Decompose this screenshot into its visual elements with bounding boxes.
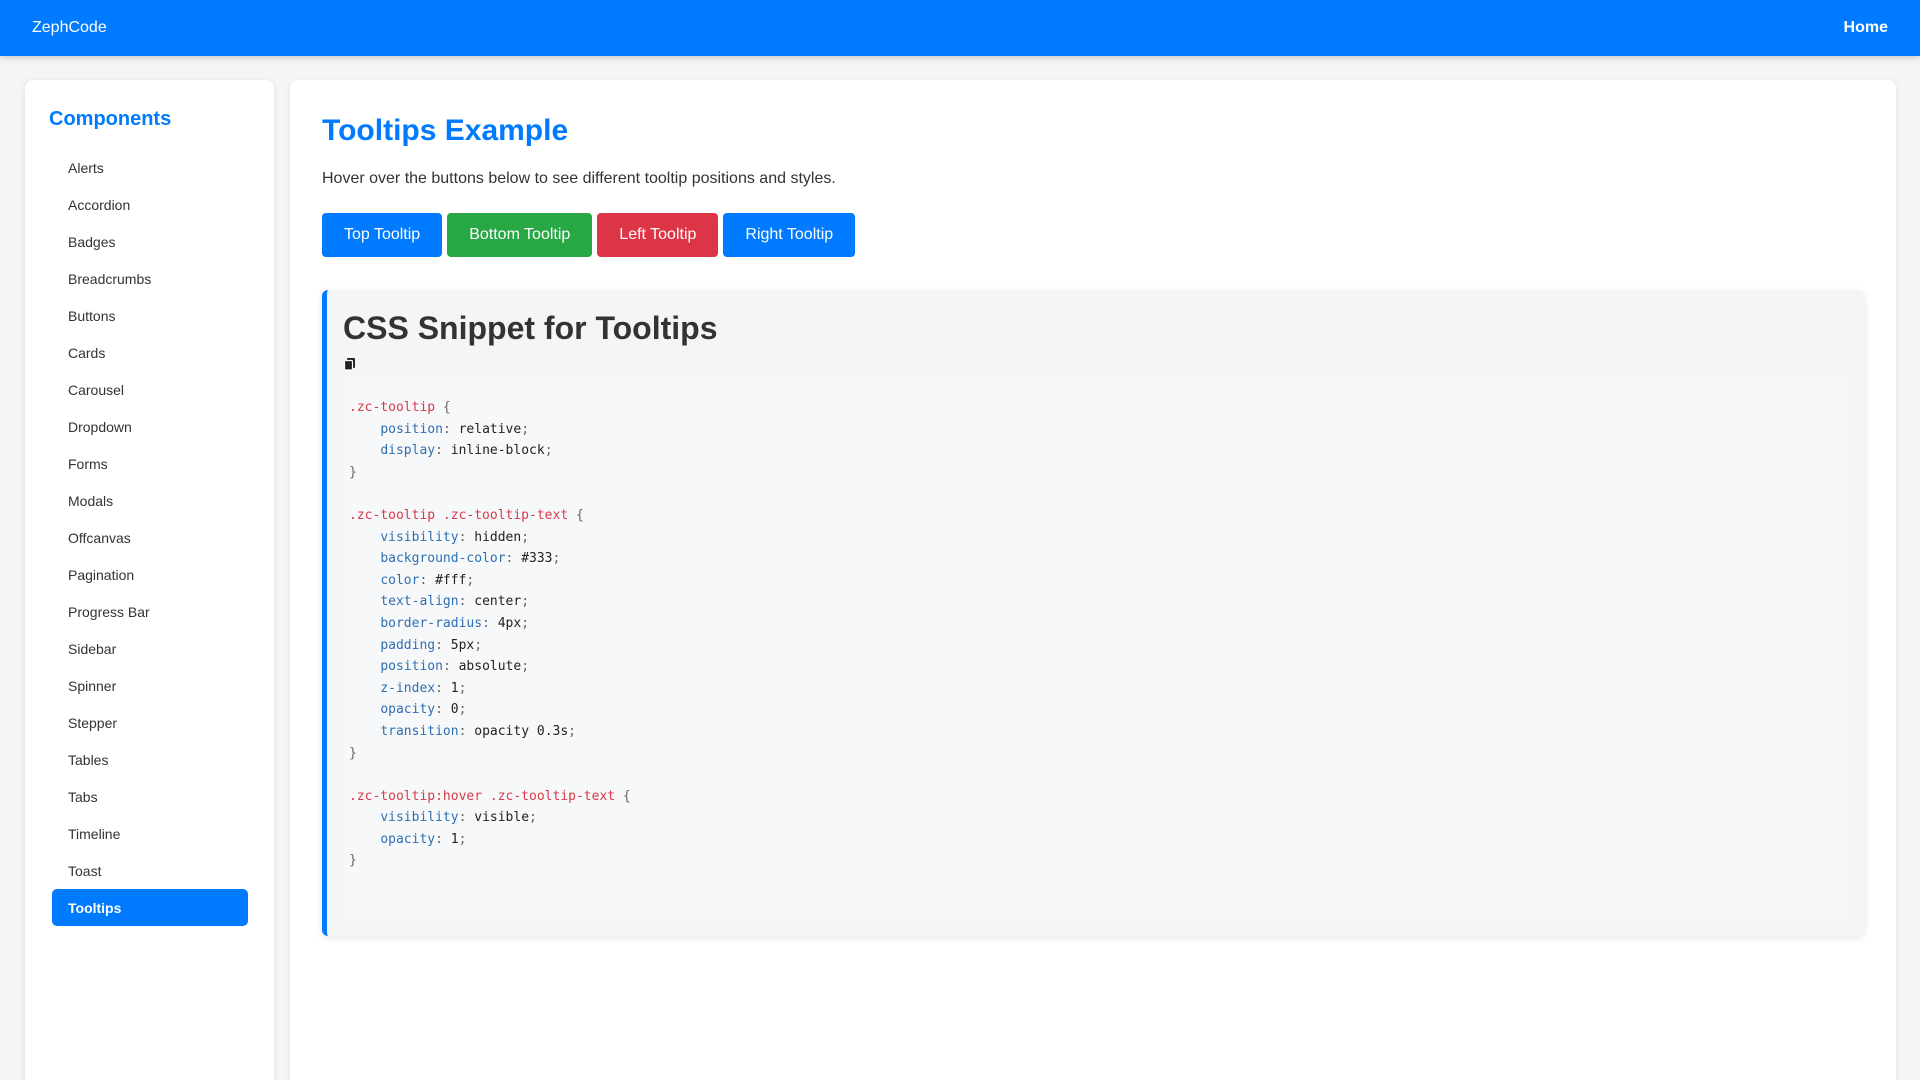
sidebar-item-sidebar[interactable]: Sidebar (52, 630, 248, 667)
code-selector: .zc-tooltip .zc-tooltip-text (349, 507, 569, 523)
code-value: 1 (450, 680, 459, 696)
code-value: relative (458, 421, 522, 437)
sidebar-item-badges[interactable]: Badges (52, 223, 248, 260)
code-property: opacity (380, 831, 436, 847)
code-rule: .zc-tooltip:hover .zc-tooltip-text { vis… (349, 788, 631, 869)
code-property: visibility (380, 529, 459, 545)
sidebar-item-tables[interactable]: Tables (52, 741, 248, 778)
code-value: visible (474, 810, 530, 826)
copy-icon-graphic (343, 358, 355, 371)
code-value: #333 (521, 551, 553, 567)
sidebar-item-breadcrumbs[interactable]: Breadcrumbs (52, 260, 248, 297)
sidebar-item-pagination[interactable]: Pagination (52, 556, 248, 593)
css-code-block: .zc-tooltip { position: relative; displa… (343, 377, 1849, 920)
sidebar-list: Alerts Accordion Badges Breadcrumbs Buttons C… (48, 149, 251, 926)
top-navbar: ZephCode Home (0, 0, 1920, 56)
nav-home-link[interactable]: Home (1844, 19, 1888, 37)
code-property: padding (380, 637, 436, 653)
code-value: absolute (458, 659, 522, 675)
page-description: Hover over the buttons below to see diff… (322, 170, 836, 187)
code-property: border-radius (380, 615, 483, 631)
snippet-title: CSS Snippet for Tooltips (343, 310, 718, 346)
sidebar-title: Components (49, 108, 172, 130)
code-property: background-color (380, 551, 506, 567)
code-value: opacity 0.3s (474, 723, 569, 739)
sidebar-item-cards[interactable]: Cards (52, 334, 248, 371)
main-content: Tooltips Example Hover over the buttons … (290, 80, 1896, 1080)
code-property: position (380, 659, 443, 675)
code-property: color (380, 572, 420, 588)
sidebar-item-tooltips[interactable]: Tooltips (52, 889, 248, 926)
code-value: 0 (450, 702, 459, 718)
sidebar-item-forms[interactable]: Forms (52, 445, 248, 482)
sidebar-item-tabs[interactable]: Tabs (52, 778, 248, 815)
code-selector: .zc-tooltip (349, 400, 436, 415)
page-title: Tooltips Example (322, 114, 569, 147)
sidebar-item-timeline[interactable]: Timeline (52, 815, 248, 852)
sidebar-item-dropdown[interactable]: Dropdown (52, 408, 248, 445)
sidebar-item-progress-bar[interactable]: Progress Bar (52, 593, 248, 630)
code-property: visibility (380, 810, 459, 826)
code-rule: .zc-tooltip { position: relative; displa… (349, 400, 553, 480)
bottom-tooltip-button[interactable]: Bottom Tooltip (447, 213, 593, 257)
code-property: position (380, 421, 443, 437)
code-value: 4px (497, 615, 522, 631)
sidebar-item-spinner[interactable]: Spinner (52, 667, 248, 704)
sidebar-item-buttons[interactable]: Buttons (52, 297, 248, 334)
brand-logo[interactable]: ZephCode (32, 19, 107, 37)
sidebar-item-carousel[interactable]: Carousel (52, 371, 248, 408)
code-property: transition (380, 723, 459, 739)
right-tooltip-button[interactable]: Right Tooltip (723, 213, 856, 257)
top-tooltip-button[interactable]: Top Tooltip (322, 213, 443, 257)
left-tooltip-button[interactable]: Left Tooltip (597, 213, 719, 257)
sidebar: Components Alerts Accordion Badges Breadcru… (25, 80, 274, 1080)
css-snippet-card: CSS Snippet for Tooltips .zc-tooltip { p… (322, 290, 1864, 936)
code-property: display (380, 443, 436, 459)
code-value: inline-block (450, 443, 545, 459)
code-rule: .zc-tooltip .zc-tooltip-text { visibilit… (349, 507, 584, 761)
tooltip-button-row: Top Tooltip Bottom Tooltip Left Tooltip Rig… (322, 213, 1864, 257)
code-value: hidden (474, 529, 522, 545)
code-value: 1 (450, 831, 459, 847)
code-property: opacity (380, 702, 436, 718)
code-value: 5px (450, 637, 475, 653)
sidebar-item-modals[interactable]: Modals (52, 482, 248, 519)
code-value: center (474, 594, 522, 610)
sidebar-item-alerts[interactable]: Alerts (52, 149, 248, 186)
sidebar-item-accordion[interactable]: Accordion (52, 186, 248, 223)
sidebar-item-stepper[interactable]: Stepper (52, 704, 248, 741)
code-property: z-index (380, 680, 436, 696)
sidebar-item-offcanvas[interactable]: Offcanvas (52, 519, 248, 556)
code-value: #fff (435, 572, 467, 588)
sidebar-item-toast[interactable]: Toast (52, 852, 248, 889)
copy-icon[interactable] (343, 357, 357, 371)
code-property: text-align (380, 594, 459, 610)
code-selector: .zc-tooltip:hover .zc-tooltip-text (349, 788, 616, 804)
